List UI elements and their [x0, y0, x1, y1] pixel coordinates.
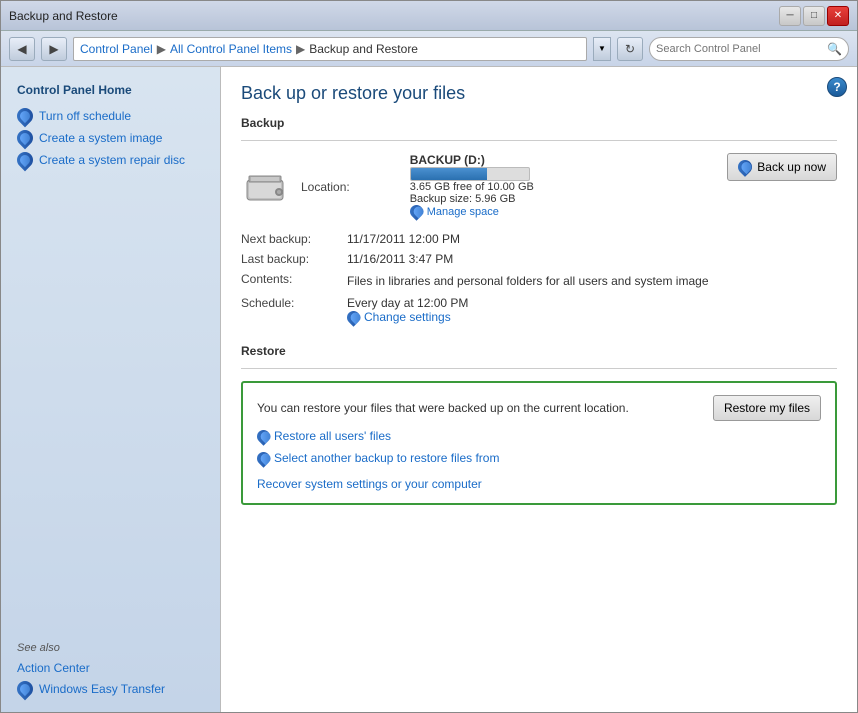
backup-info-section: Next backup: 11/17/2011 12:00 PM Last ba… — [241, 232, 837, 324]
restore-description: You can restore your files that were bac… — [257, 401, 629, 415]
shield-icon-backup-now — [735, 157, 755, 177]
back-up-now-label: Back up now — [757, 160, 826, 174]
sidebar-label-turn-off-schedule: Turn off schedule — [39, 109, 131, 123]
window-title: Backup and Restore — [9, 9, 118, 23]
sidebar-label-action-center: Action Center — [17, 661, 90, 675]
backup-divider — [241, 140, 837, 141]
shield-icon-select-backup — [254, 449, 272, 467]
contents-label: Contents: — [241, 272, 341, 290]
main-area: Control Panel Home Turn off schedule Cre… — [1, 67, 857, 712]
breadcrumb-separator-1: ▶ — [157, 42, 166, 56]
minimize-button[interactable]: ─ — [779, 6, 801, 26]
shield-icon-restore-all — [254, 427, 272, 445]
schedule-value: Every day at 12:00 PM — [347, 296, 837, 310]
sidebar-home-link[interactable]: Control Panel Home — [1, 79, 220, 105]
location-label: Location: — [301, 178, 350, 194]
breadcrumb-control-panel[interactable]: Control Panel — [80, 42, 153, 56]
sidebar-item-create-system-image[interactable]: Create a system image — [1, 127, 220, 149]
restore-top-row: You can restore your files that were bac… — [257, 395, 821, 421]
backup-size-text: Backup size: 5.96 GB — [410, 193, 534, 205]
select-backup-link[interactable]: Select another backup to restore files f… — [257, 451, 821, 465]
schedule-label: Schedule: — [241, 296, 341, 324]
sidebar-label-create-repair-disc: Create a system repair disc — [39, 153, 185, 167]
restore-all-users-link[interactable]: Restore all users' files — [257, 429, 821, 443]
restore-section: Restore You can restore your files that … — [241, 344, 837, 505]
change-settings-link[interactable]: Change settings — [347, 310, 837, 324]
close-button[interactable]: ✕ — [827, 6, 849, 26]
schedule-value-col: Every day at 12:00 PM Change settings — [347, 296, 837, 324]
last-backup-label: Last backup: — [241, 252, 341, 266]
page-title: Back up or restore your files — [241, 83, 837, 104]
shield-icon-4 — [14, 678, 37, 701]
breadcrumb-separator-2: ▶ — [296, 42, 305, 56]
breadcrumb-current: Backup and Restore — [309, 42, 418, 56]
restore-section-label: Restore — [241, 344, 837, 358]
content-area: ? Back up or restore your files Backup — [221, 67, 857, 712]
storage-progress-bar — [410, 167, 530, 181]
last-backup-value: 11/16/2011 3:47 PM — [347, 252, 837, 266]
next-backup-value: 11/17/2011 12:00 PM — [347, 232, 837, 246]
drive-name: BACKUP (D:) — [410, 153, 534, 167]
restore-my-files-button[interactable]: Restore my files — [713, 395, 821, 421]
see-also-label: See also — [1, 634, 220, 658]
help-button[interactable]: ? — [827, 77, 847, 97]
addressbar: ◀ ▶ Control Panel ▶ All Control Panel It… — [1, 31, 857, 67]
sidebar-item-action-center[interactable]: Action Center — [1, 658, 220, 678]
sidebar-item-create-repair-disc[interactable]: Create a system repair disc — [1, 149, 220, 171]
back-button[interactable]: ◀ — [9, 37, 35, 61]
contents-value: Files in libraries and personal folders … — [347, 272, 837, 290]
shield-icon-3 — [14, 149, 37, 172]
search-bar: 🔍 — [649, 37, 849, 61]
breadcrumb-all-items[interactable]: All Control Panel Items — [170, 42, 292, 56]
breadcrumb-dropdown[interactable]: ▼ — [593, 37, 611, 61]
backup-section-label: Backup — [241, 116, 837, 130]
free-space-text: 3.65 GB free of 10.00 GB — [410, 181, 534, 193]
recover-system-link[interactable]: Recover system settings or your computer — [257, 477, 821, 491]
restore-box: You can restore your files that were bac… — [241, 381, 837, 505]
titlebar-controls: ─ □ ✕ — [779, 6, 849, 26]
shield-icon-2 — [14, 127, 37, 150]
search-input[interactable] — [656, 43, 823, 55]
search-icon[interactable]: 🔍 — [827, 42, 842, 56]
maximize-button[interactable]: □ — [803, 6, 825, 26]
refresh-button[interactable]: ↻ — [617, 37, 643, 61]
main-window: Backup and Restore ─ □ ✕ ◀ ▶ Control Pan… — [0, 0, 858, 713]
restore-divider — [241, 368, 837, 369]
sidebar-label-windows-easy-transfer: Windows Easy Transfer — [39, 682, 165, 696]
drive-icon — [241, 162, 289, 210]
sidebar-label-create-system-image: Create a system image — [39, 131, 162, 145]
backup-location-row: Location: BACKUP (D:) 3.65 GB free of 10… — [241, 153, 837, 218]
next-backup-label: Next backup: — [241, 232, 341, 246]
manage-space-link[interactable]: Manage space — [410, 205, 534, 218]
sidebar-item-turn-off-schedule[interactable]: Turn off schedule — [1, 105, 220, 127]
breadcrumb: Control Panel ▶ All Control Panel Items … — [73, 37, 587, 61]
shield-icon-manage — [407, 202, 425, 220]
sidebar: Control Panel Home Turn off schedule Cre… — [1, 67, 221, 712]
back-up-now-button[interactable]: Back up now — [727, 153, 837, 181]
forward-button[interactable]: ▶ — [41, 37, 67, 61]
titlebar: Backup and Restore ─ □ ✕ — [1, 1, 857, 31]
shield-icon-1 — [14, 105, 37, 128]
location-details: Location: BACKUP (D:) 3.65 GB free of 10… — [301, 153, 715, 218]
shield-icon-settings — [344, 308, 362, 326]
storage-progress-fill — [411, 168, 488, 180]
sidebar-item-windows-easy-transfer[interactable]: Windows Easy Transfer — [1, 678, 220, 700]
